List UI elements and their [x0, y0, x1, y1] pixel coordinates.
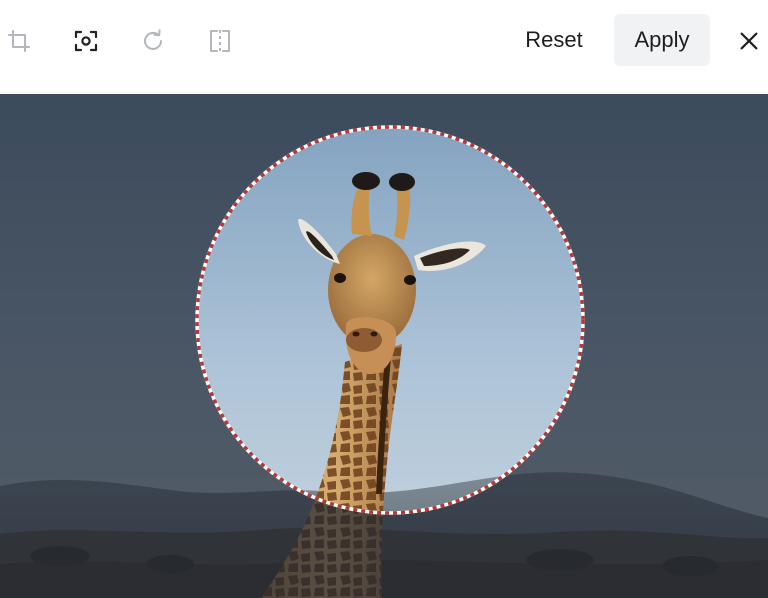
crop-tool-button[interactable]: [2, 24, 36, 58]
flip-icon: [210, 30, 230, 52]
close-icon: [740, 32, 758, 50]
rotate-tool-button[interactable]: [136, 24, 170, 58]
rotate-icon: [144, 29, 162, 50]
focus-frame-icon: [74, 30, 98, 52]
focus-tool-button[interactable]: [69, 24, 103, 58]
flip-tool-button[interactable]: [203, 24, 237, 58]
apply-button[interactable]: Apply: [614, 14, 710, 66]
crop-icon: [8, 30, 30, 52]
editor-toolbar: Reset Apply: [0, 0, 768, 94]
dim-overlay: [0, 94, 768, 598]
giraffe-photo: [0, 94, 768, 598]
close-button[interactable]: [732, 24, 766, 58]
reset-button[interactable]: Reset: [510, 14, 598, 66]
image-canvas: [0, 94, 768, 598]
